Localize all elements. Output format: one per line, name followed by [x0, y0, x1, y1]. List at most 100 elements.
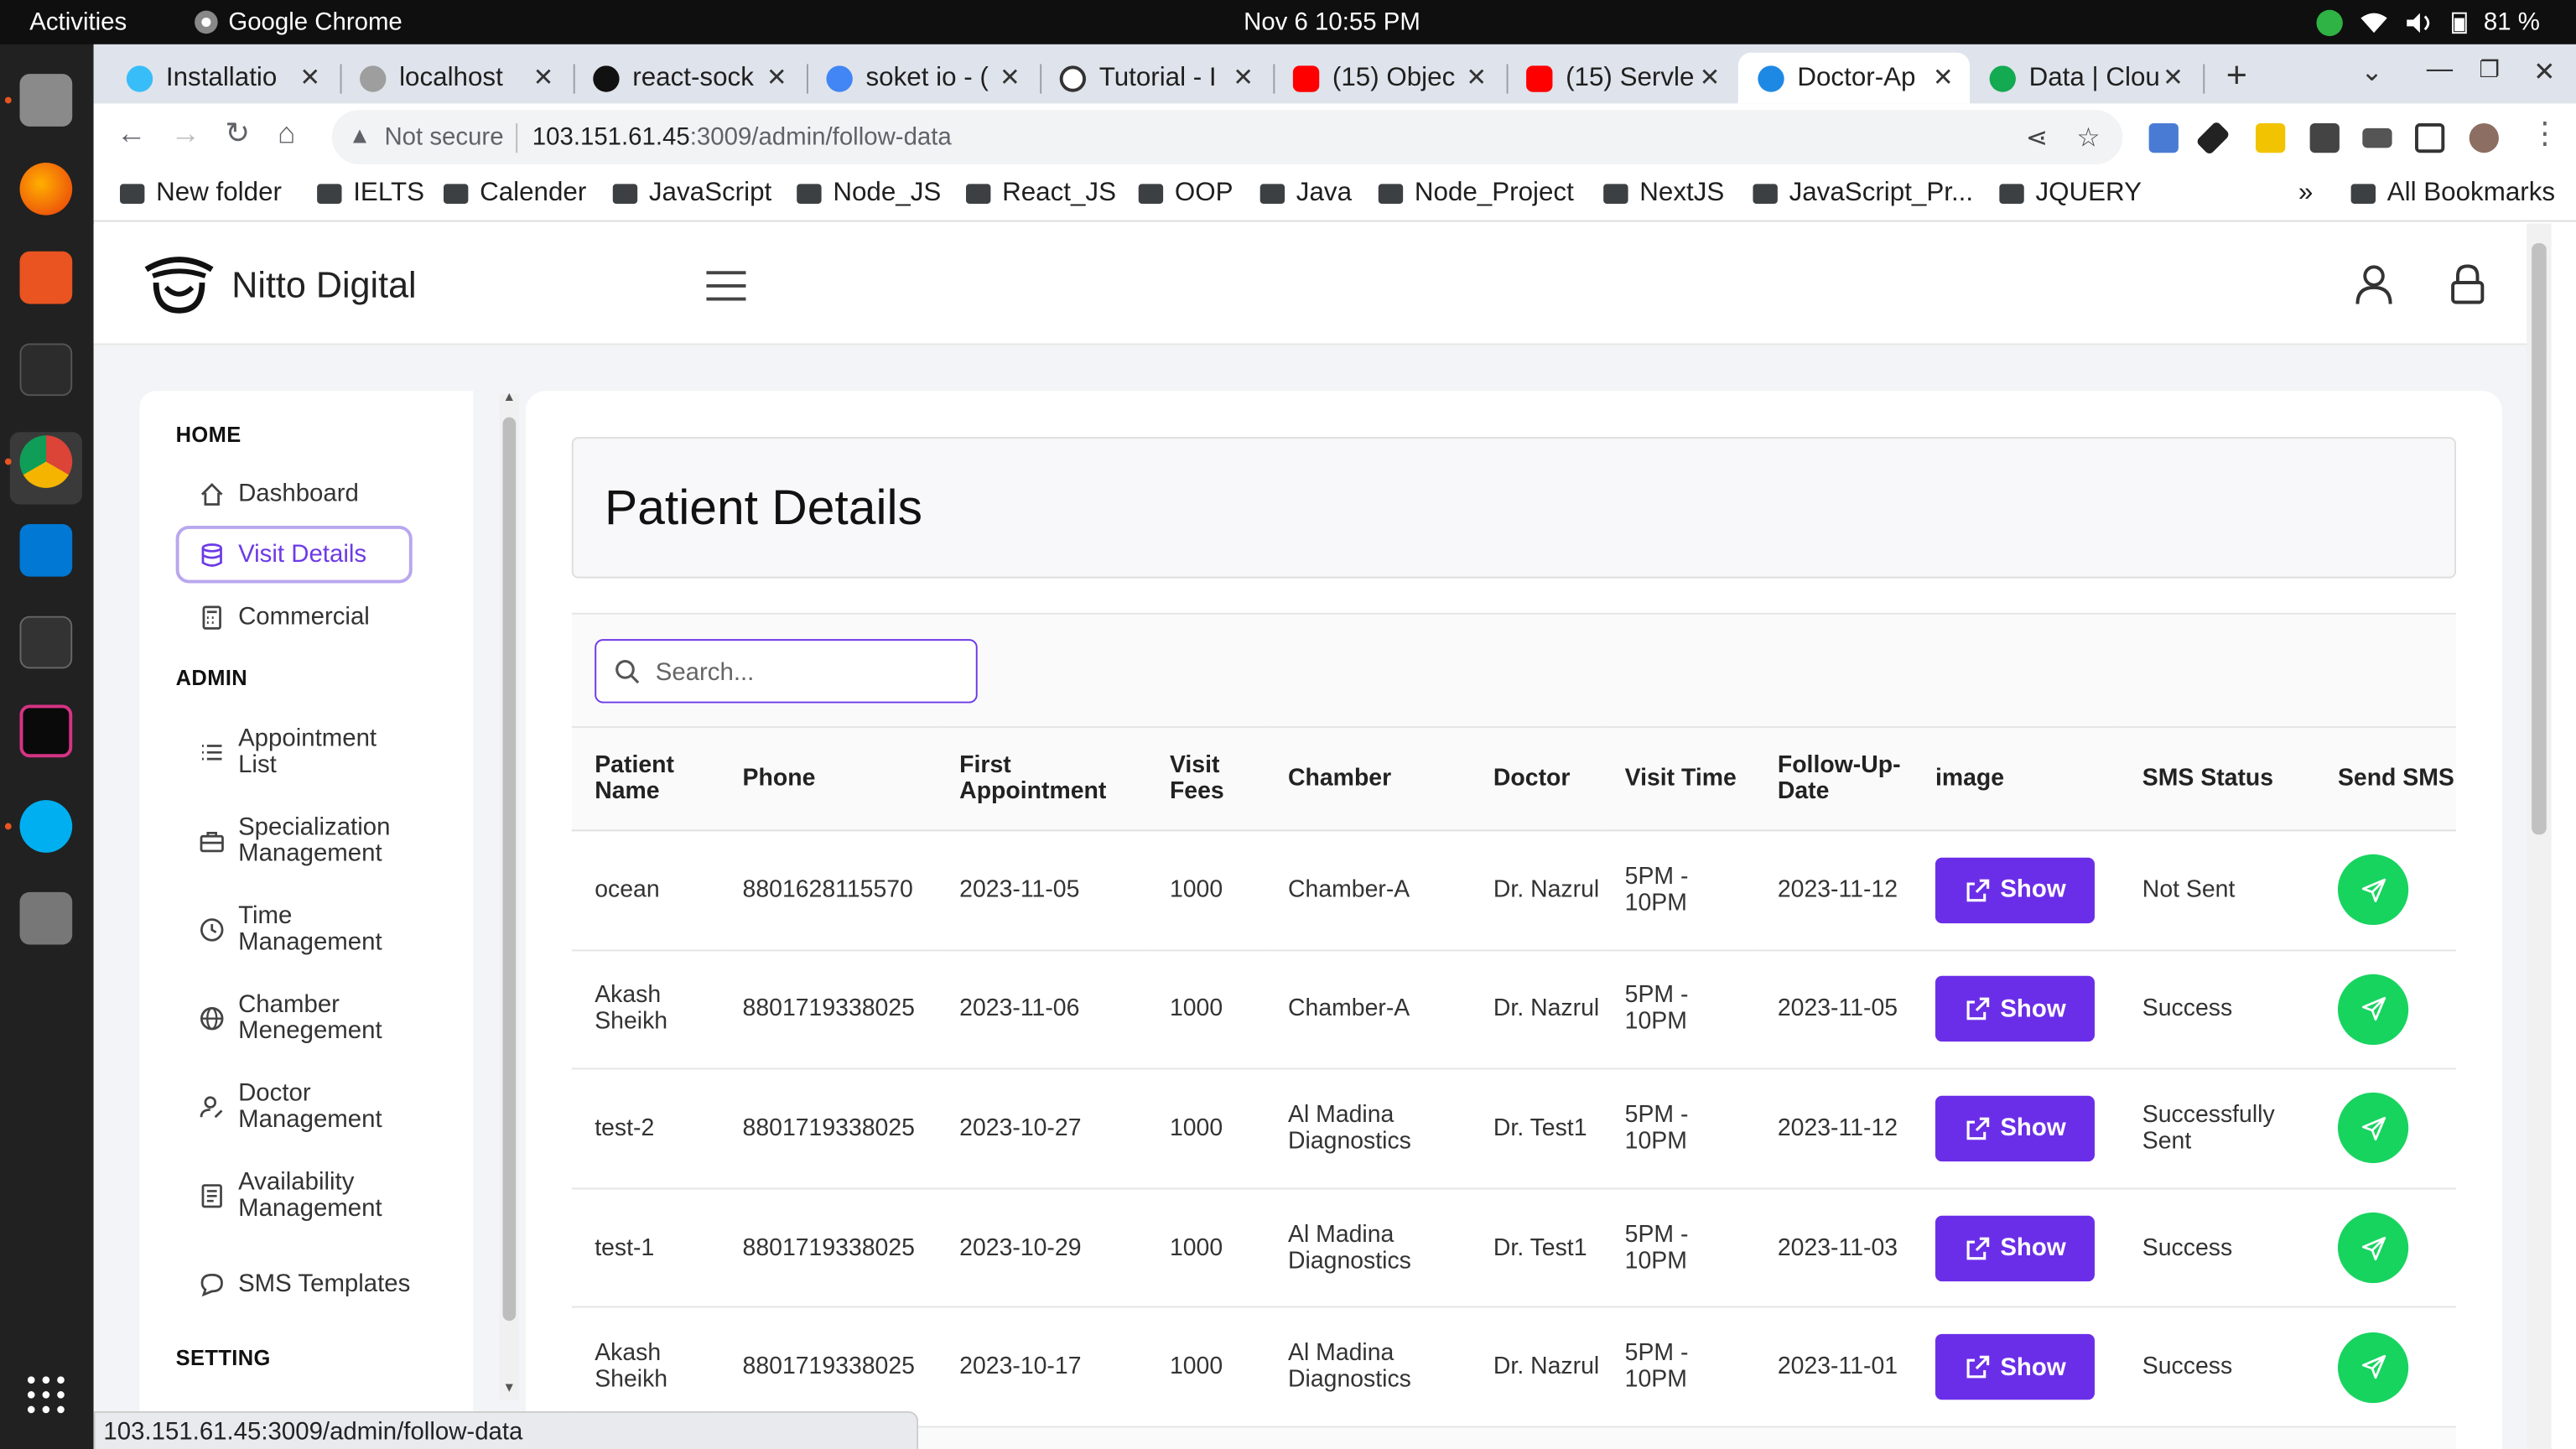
bookmark-folder[interactable]: JavaScript_Pr...: [1753, 179, 1973, 209]
skype-icon[interactable]: [19, 800, 73, 853]
media-queue-icon[interactable]: [2362, 127, 2392, 148]
send-sms-button[interactable]: [2337, 974, 2409, 1045]
intellij-icon[interactable]: [19, 704, 73, 758]
show-image-button[interactable]: Show: [1935, 1095, 2095, 1162]
show-image-button[interactable]: Show: [1935, 857, 2095, 923]
system-monitor-icon[interactable]: [19, 615, 73, 669]
terminal-icon[interactable]: [19, 343, 73, 397]
sidebar-item-doctor-management[interactable]: Doctor Management: [176, 1079, 413, 1135]
search-box[interactable]: [595, 639, 978, 704]
bookmark-folder[interactable]: JavaScript: [612, 179, 771, 209]
clock[interactable]: Nov 6 10:55 PM: [1244, 8, 1420, 36]
close-tab-icon[interactable]: ✕: [1700, 62, 1721, 91]
column-header[interactable]: Visit Fees: [1147, 727, 1265, 830]
translate-extension-icon[interactable]: [2148, 122, 2179, 153]
sidebar-item-chamber-management[interactable]: Chamber Menegement: [176, 990, 413, 1046]
bookmark-folder[interactable]: Calender: [443, 179, 586, 209]
bookmark-folder[interactable]: IELTS: [317, 179, 424, 209]
bookmark-folder[interactable]: NextJS: [1603, 179, 1724, 209]
column-header[interactable]: Doctor: [1470, 727, 1602, 830]
send-sms-button[interactable]: [2337, 1332, 2409, 1403]
maximize-icon[interactable]: ❐: [2479, 56, 2500, 84]
tab-react-socket[interactable]: react-sock ✕: [574, 53, 803, 104]
tab-tutorial[interactable]: Tutorial - I ✕: [1040, 53, 1270, 104]
sidebar-item-availability[interactable]: Availability Management: [176, 1168, 413, 1224]
sidebar-item-visit-details[interactable]: Visit Details: [175, 525, 413, 584]
eyedropper-extension-icon[interactable]: [2195, 120, 2231, 156]
tab-soket-io[interactable]: soket io - (✕: [807, 53, 1036, 104]
chrome-menu-icon[interactable]: ⋮: [2530, 117, 2559, 151]
activities-button[interactable]: Activities: [29, 8, 127, 36]
bookmark-star-icon[interactable]: ☆: [2076, 122, 2100, 154]
scroll-up-arrow-icon[interactable]: ▲: [503, 389, 517, 404]
sidebar-item-sms-templates[interactable]: SMS Templates: [176, 1257, 413, 1313]
share-icon[interactable]: ⋖: [2026, 122, 2048, 154]
column-header[interactable]: SMS Status: [2119, 727, 2314, 830]
column-header[interactable]: Patient Name: [572, 727, 719, 830]
back-icon[interactable]: ←: [117, 117, 146, 151]
profile-avatar[interactable]: [2469, 122, 2499, 153]
lock-icon[interactable]: [2446, 262, 2489, 305]
lightning-extension-icon[interactable]: [2255, 122, 2286, 153]
new-tab-icon[interactable]: +: [2226, 55, 2247, 97]
software-center-icon[interactable]: [19, 251, 73, 304]
bookmark-folder[interactable]: JQUERY: [1999, 179, 2142, 209]
close-tab-icon[interactable]: ✕: [766, 62, 787, 91]
sidebar-scroll-thumb[interactable]: [502, 417, 517, 1322]
user-icon[interactable]: [2353, 262, 2396, 305]
close-tab-icon[interactable]: ✕: [1233, 62, 1254, 91]
close-tab-icon[interactable]: ✕: [2163, 62, 2184, 91]
sidebar-item-specialization[interactable]: Specialization Management: [176, 813, 413, 870]
sidebar-item-appointment-list[interactable]: Appointment List: [176, 724, 413, 781]
page-scroll-thumb[interactable]: [2532, 242, 2547, 835]
tab-installation[interactable]: Installatio ✕: [106, 53, 336, 104]
send-sms-button[interactable]: [2337, 854, 2409, 926]
home-icon[interactable]: ⌂: [278, 117, 295, 151]
hamburger-menu-icon[interactable]: [706, 271, 746, 310]
reload-icon[interactable]: ↻: [225, 117, 250, 151]
files-icon[interactable]: [19, 74, 73, 127]
tab-youtube-servlet[interactable]: (15) Servle ✕: [1507, 53, 1737, 104]
show-image-button[interactable]: Show: [1935, 1334, 2095, 1400]
tab-doctor-app[interactable]: Doctor-Ap ✕: [1737, 52, 1971, 104]
app-menu[interactable]: Google Chrome: [194, 8, 402, 36]
sidebar-item-commercial[interactable]: Commercial: [176, 601, 413, 634]
send-sms-button[interactable]: [2337, 1213, 2409, 1284]
sidebar-item-dashboard[interactable]: Dashboard: [176, 478, 413, 511]
close-tab-icon[interactable]: ✕: [299, 62, 320, 91]
show-image-button[interactable]: Show: [1935, 1214, 2095, 1281]
all-bookmarks-folder[interactable]: All Bookmarks: [2350, 179, 2555, 209]
show-image-button[interactable]: Show: [1935, 976, 2095, 1042]
close-tab-icon[interactable]: ✕: [533, 62, 554, 91]
bookmark-folder[interactable]: Java: [1259, 179, 1352, 209]
vscode-icon[interactable]: [19, 523, 73, 577]
address-bar[interactable]: ▲ Not secure 103.151.61.45:3009/admin/fo…: [331, 110, 2123, 164]
column-header[interactable]: Chamber: [1265, 727, 1471, 830]
bookmark-folder[interactable]: New folder: [120, 179, 282, 209]
close-tab-icon[interactable]: ✕: [1000, 62, 1021, 91]
side-panel-icon[interactable]: [2415, 122, 2445, 153]
bookmarks-overflow-button[interactable]: »: [2298, 179, 2313, 209]
column-header[interactable]: First Appointment: [937, 727, 1147, 830]
column-header[interactable]: Send SMS: [2315, 727, 2456, 830]
bookmark-folder[interactable]: React_JS: [966, 179, 1116, 209]
tab-localhost[interactable]: localhost ✕: [340, 53, 570, 104]
sidebar-item-time-management[interactable]: Time Management: [176, 902, 413, 958]
system-tray[interactable]: 81 %: [2316, 8, 2540, 36]
firefox-icon[interactable]: [19, 162, 73, 216]
page-scrollbar[interactable]: [2527, 223, 2552, 1449]
bookmark-folder[interactable]: Node_JS: [797, 179, 941, 209]
sidebar-scrollbar[interactable]: ▲ ▼: [499, 389, 520, 1400]
column-header[interactable]: Visit Time: [1602, 727, 1754, 830]
tab-mongodb-cloud[interactable]: Data | Clou ✕: [1970, 53, 2199, 104]
minimize-icon[interactable]: —: [2427, 56, 2453, 86]
forward-icon[interactable]: →: [171, 117, 200, 151]
show-apps-icon[interactable]: [26, 1375, 65, 1415]
column-header[interactable]: Follow-Up-Date: [1754, 727, 1912, 830]
send-sms-button[interactable]: [2337, 1093, 2409, 1165]
close-tab-icon[interactable]: ✕: [1933, 62, 1954, 91]
column-header[interactable]: image: [1913, 727, 2120, 830]
close-tab-icon[interactable]: ✕: [1466, 62, 1487, 91]
bookmark-folder[interactable]: OOP: [1138, 179, 1233, 209]
tab-youtube-object[interactable]: (15) Objec ✕: [1273, 53, 1503, 104]
